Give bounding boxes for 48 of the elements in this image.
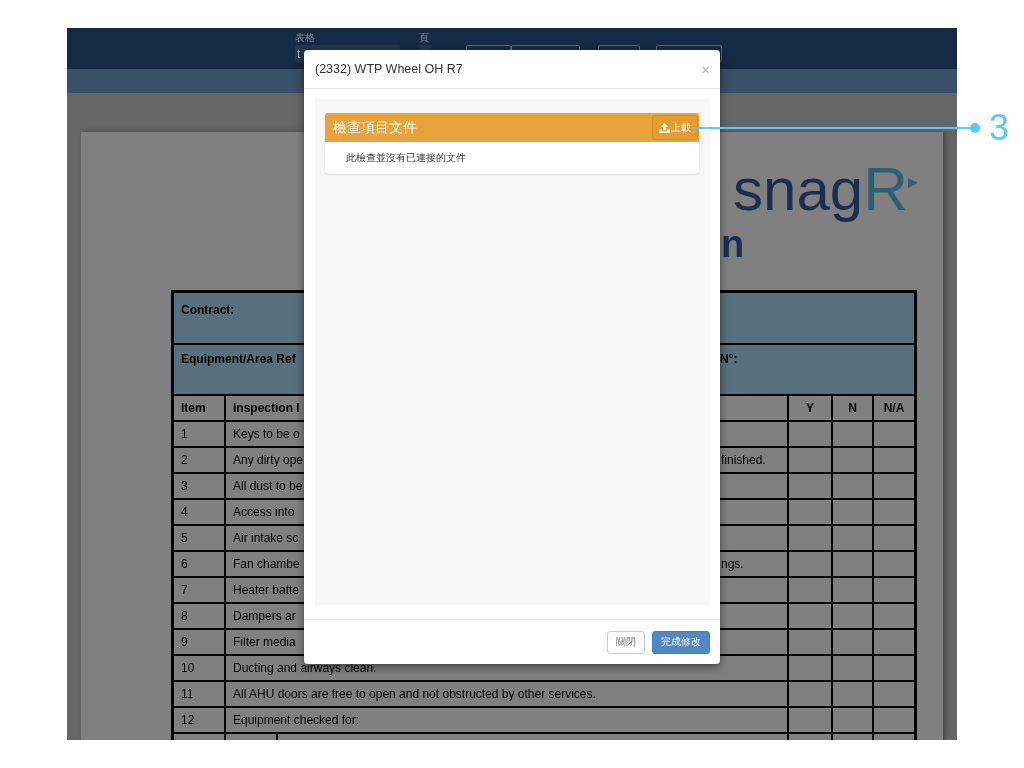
callout-number: 3 (989, 109, 1010, 147)
inspection-text: Any dirty ope (233, 453, 304, 467)
inspection-text: Ducting and airways clean. (233, 661, 377, 675)
close-button[interactable]: 關閉 (607, 630, 645, 654)
field-label: 表格 (295, 32, 315, 44)
item-number: 8 (181, 609, 188, 623)
inspection-text: ngs. (721, 557, 744, 571)
item-number: 10 (181, 661, 195, 675)
item-number: 4 (181, 505, 188, 519)
item-number: 7 (181, 583, 188, 597)
column-header: Y (806, 401, 814, 415)
triangle-icon (908, 178, 918, 188)
close-button[interactable]: × (701, 61, 710, 77)
inspection-text: Dampers ar (233, 609, 296, 623)
inspection-text: Fan chambe (233, 557, 300, 571)
inspection-text: Filter media (233, 635, 296, 649)
item-number: 2 (181, 453, 188, 467)
field-label: Equipment/Area Ref (181, 352, 296, 366)
item-number: 1 (181, 427, 188, 441)
inspection-text: Heater batte (233, 583, 300, 597)
panel-title: 檢查項目文件 (333, 118, 417, 137)
inspection-text: All dust to be (233, 479, 303, 493)
modal-title: (2332) WTP Wheel OH R7 (315, 62, 463, 76)
field-label: 頁 (419, 32, 429, 44)
inspection-text: Air intake sc (233, 531, 299, 545)
column-header: Item (181, 401, 206, 415)
field-label: Contract: (181, 303, 235, 317)
upload-button[interactable]: 上載 (652, 115, 698, 140)
item-number: 6 (181, 557, 188, 571)
column-header: Inspection I (233, 401, 300, 415)
upload-icon (659, 122, 670, 133)
save-button[interactable]: 完成修改 (652, 630, 710, 654)
inspection-text: finished. (721, 453, 766, 467)
empty-message: 此檢查並沒有已連接的文件 (346, 151, 466, 165)
inspection-text: Keys to be o (233, 427, 300, 441)
document-heading: n (721, 222, 745, 266)
logo-text: snagR (733, 156, 908, 223)
column-header: N (848, 401, 857, 415)
item-number: 5 (181, 531, 188, 545)
inspection-text: Access into (233, 505, 295, 519)
item-number: 3 (181, 479, 188, 493)
item-number: 11 (181, 687, 194, 701)
item-number: 12 (181, 713, 195, 727)
inspection-text: Equipment checked for: (233, 713, 360, 727)
field-label: N°: (720, 352, 738, 366)
inspection-text: All AHU doors are free to open and not obstructed by other services. (233, 687, 596, 701)
column-header: N/A (883, 401, 905, 415)
item-number: 9 (181, 635, 188, 649)
